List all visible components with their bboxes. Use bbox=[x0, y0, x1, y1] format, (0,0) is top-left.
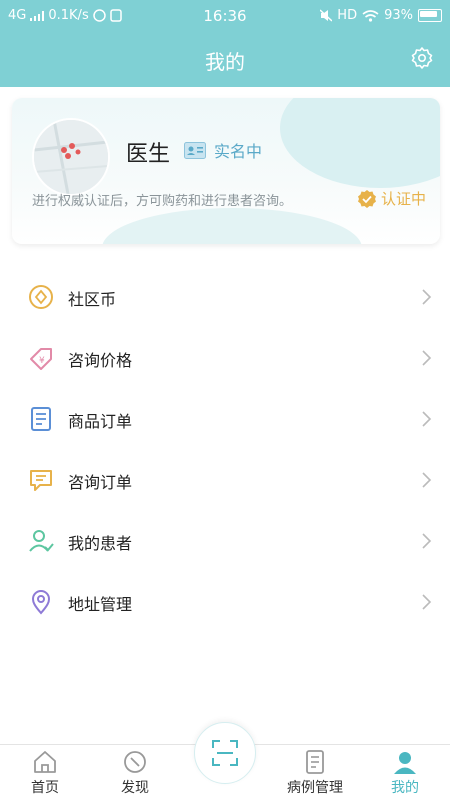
certified-check-icon bbox=[357, 189, 376, 208]
nav-label: 我的 bbox=[391, 780, 419, 796]
nav-item-mine[interactable]: 我的 bbox=[365, 749, 445, 797]
chat-icon bbox=[30, 470, 52, 491]
nav-label: 发现 bbox=[121, 780, 149, 796]
certification-status-label: 认证中 bbox=[380, 190, 426, 208]
menu-item-my-patients[interactable]: 我的患者 bbox=[0, 510, 450, 571]
case-record-icon bbox=[306, 750, 324, 774]
chevron-right-icon bbox=[422, 411, 432, 427]
svg-text:¥: ¥ bbox=[39, 356, 45, 366]
menu-item-label: 地址管理 bbox=[68, 595, 133, 614]
chevron-right-icon bbox=[422, 533, 432, 549]
avatar-map-image bbox=[34, 120, 108, 194]
home-icon bbox=[34, 751, 56, 773]
certification-status[interactable]: 认证中 bbox=[357, 188, 426, 209]
certification-note: 进行权威认证后，方可购药和进行患者咨询。 bbox=[32, 194, 293, 209]
document-icon bbox=[31, 407, 51, 431]
menu-item-label: 咨询价格 bbox=[68, 351, 133, 370]
nav-label: 首页 bbox=[31, 780, 59, 796]
page-header: 我的 bbox=[0, 32, 450, 87]
profile-card[interactable]: 医生 实名中 进行权威认证后，方可购药和进行患者咨询。 认证中 bbox=[12, 98, 440, 244]
nav-label: 病例管理 bbox=[287, 780, 343, 796]
menu-item-consult-orders[interactable]: 咨询订单 bbox=[0, 449, 450, 510]
menu-item-label: 咨询订单 bbox=[68, 473, 133, 492]
location-pin-icon bbox=[31, 590, 51, 615]
menu-item-label: 社区币 bbox=[68, 290, 117, 309]
menu-item-label: 商品订单 bbox=[68, 412, 133, 431]
doctor-name: 医生 bbox=[126, 142, 171, 167]
menu-item-label: 我的患者 bbox=[68, 534, 133, 553]
battery-level: 93% bbox=[384, 8, 413, 23]
chevron-right-icon bbox=[422, 594, 432, 610]
card-decoration bbox=[280, 98, 440, 188]
coin-icon bbox=[29, 285, 53, 309]
verification-label: 实名中 bbox=[214, 142, 263, 161]
nav-item-home[interactable]: 首页 bbox=[5, 749, 85, 797]
battery-icon bbox=[418, 9, 442, 22]
patient-icon bbox=[29, 530, 54, 552]
scan-icon bbox=[212, 740, 238, 766]
page-title: 我的 bbox=[205, 50, 245, 74]
menu-item-consult-price[interactable]: ¥ 咨询价格 bbox=[0, 327, 450, 388]
wifi-icon bbox=[362, 9, 379, 22]
card-decoration bbox=[102, 208, 362, 244]
verification-badge: 实名中 bbox=[184, 138, 262, 162]
status-right: HD 93% bbox=[320, 8, 442, 23]
compass-icon bbox=[124, 751, 146, 773]
id-card-icon bbox=[184, 141, 206, 159]
user-icon bbox=[394, 752, 416, 774]
chevron-right-icon bbox=[422, 472, 432, 488]
price-tag-icon: ¥ bbox=[30, 348, 52, 370]
gear-icon[interactable] bbox=[410, 46, 434, 70]
menu-item-product-orders[interactable]: 商品订单 bbox=[0, 388, 450, 449]
menu-item-address-management[interactable]: 地址管理 bbox=[0, 571, 450, 632]
menu-list: 社区币 ¥ 咨询价格 商品订单 咨询订单 我的患者 地址管理 bbox=[0, 266, 450, 632]
avatar[interactable] bbox=[32, 118, 110, 196]
mute-icon bbox=[320, 9, 333, 22]
menu-item-community-coin[interactable]: 社区币 bbox=[0, 266, 450, 327]
chevron-right-icon bbox=[422, 350, 432, 366]
nav-item-discover[interactable]: 发现 bbox=[95, 749, 175, 797]
scan-button[interactable] bbox=[194, 722, 256, 784]
nav-item-case-management[interactable]: 病例管理 bbox=[275, 749, 355, 797]
status-bar: 4G 0.1K/s 16:36 HD 93% bbox=[0, 0, 450, 32]
chevron-right-icon bbox=[422, 289, 432, 305]
hd-indicator: HD bbox=[337, 8, 358, 23]
